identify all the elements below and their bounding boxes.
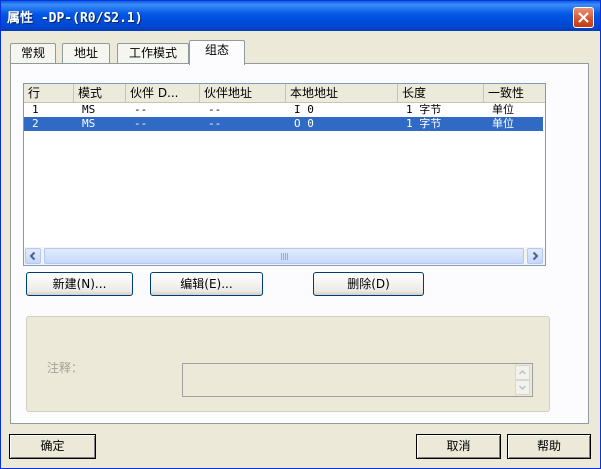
column-header-consistency[interactable]: 一致性 [484, 84, 545, 102]
table-header: 行 模式 伙伴 D... 伙伴地址 本地地址 长度 一致性 [24, 84, 545, 103]
help-button[interactable]: 帮助 [507, 434, 591, 459]
title-bar[interactable]: 属性 -DP-(R0/S2.1) [1, 1, 600, 31]
close-icon [578, 12, 589, 23]
comment-scrollbar [515, 365, 531, 395]
comment-field [182, 363, 533, 397]
cell-mode: MS [82, 117, 96, 130]
window-title: 属性 -DP-(R0/S2.1) [7, 11, 143, 26]
cell-length: 1 字节 [406, 103, 442, 116]
cell-consistency: 单位 [492, 117, 514, 130]
scroll-down-icon [518, 385, 527, 391]
tab-general[interactable]: 常规 [10, 43, 56, 63]
column-header-partner-dp[interactable]: 伙伴 D... [126, 84, 200, 102]
column-header-row[interactable]: 行 [24, 84, 74, 102]
scroll-left-button[interactable] [25, 248, 41, 264]
cell-partner-dp: -- [134, 117, 148, 130]
scroll-up-icon [518, 369, 527, 375]
cell-partner-address: -- [208, 117, 222, 130]
cell-local-address: I 0 [294, 103, 314, 116]
scroll-up-button [515, 365, 530, 380]
cell-row: 2 [32, 117, 39, 130]
cell-partner-dp: -- [134, 103, 148, 116]
column-header-length[interactable]: 长度 [398, 84, 484, 102]
horizontal-scrollbar[interactable] [24, 247, 545, 265]
column-header-partner-address[interactable]: 伙伴地址 [200, 84, 286, 102]
configuration-table[interactable]: 行 模式 伙伴 D... 伙伴地址 本地地址 长度 一致性 1 MS -- --… [23, 83, 546, 266]
cell-partner-address: -- [208, 103, 222, 116]
cancel-button[interactable]: 取消 [416, 434, 501, 459]
cell-length: 1 字节 [406, 117, 442, 130]
edit-button[interactable]: 编辑(E)... [150, 272, 263, 296]
cell-consistency: 单位 [492, 103, 514, 116]
scroll-right-icon [532, 251, 539, 261]
column-header-local-address[interactable]: 本地地址 [286, 84, 398, 102]
scroll-left-icon [29, 251, 36, 261]
table-row-selected[interactable]: 2 MS -- -- O 0 1 字节 单位 [24, 117, 543, 131]
cell-local-address: O 0 [294, 117, 314, 130]
cell-row: 1 [32, 103, 39, 116]
comment-label: 注释： [47, 361, 84, 375]
properties-dialog: 属性 -DP-(R0/S2.1) 常规 地址 工作模式 组态 行 模式 伙伴 D… [0, 0, 601, 469]
tab-operating-mode[interactable]: 工作模式 [117, 43, 189, 63]
cell-mode: MS [82, 103, 96, 116]
delete-button[interactable]: 删除(D) [313, 272, 424, 296]
ok-button[interactable]: 确定 [9, 434, 96, 459]
scroll-right-button[interactable] [527, 248, 543, 264]
close-button[interactable] [573, 7, 594, 28]
tab-configuration[interactable]: 组态 [189, 40, 245, 65]
scroll-thumb[interactable] [44, 248, 524, 264]
new-button[interactable]: 新建(N)... [26, 272, 133, 296]
scroll-down-button [515, 380, 530, 395]
table-row[interactable]: 1 MS -- -- I 0 1 字节 单位 [24, 103, 543, 117]
tab-address[interactable]: 地址 [62, 43, 110, 63]
column-header-mode[interactable]: 模式 [74, 84, 126, 102]
